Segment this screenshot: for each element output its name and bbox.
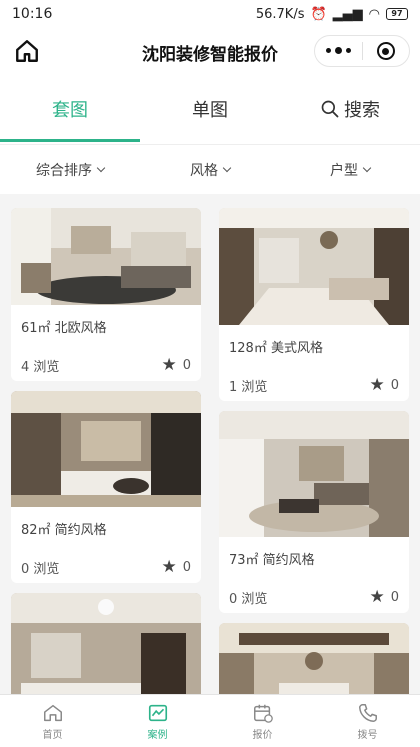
more-dot-icon <box>334 47 342 54</box>
view-count: 0 浏览 <box>229 591 268 607</box>
case-title: 82㎡ 简约风格 <box>21 523 107 538</box>
case-title: 73㎡ 简约风格 <box>229 553 315 568</box>
filter-sort[interactable]: 综合排序 <box>0 145 140 194</box>
tab-label: 搜索 <box>344 100 380 121</box>
case-card[interactable] <box>219 623 409 694</box>
alarm-icon: ⏰ <box>310 6 327 22</box>
case-photo <box>219 411 409 537</box>
tab-search[interactable]: 搜索 <box>280 74 420 144</box>
case-photo <box>219 623 409 694</box>
home-icon <box>43 704 62 721</box>
calendar-icon <box>253 704 273 723</box>
tab-single[interactable]: 单图 <box>140 74 280 144</box>
signal-icon: ▂▄▆ <box>332 6 363 22</box>
filter-style[interactable]: 风格 <box>140 145 280 194</box>
tab-label: 单图 <box>192 100 228 121</box>
nav-cases[interactable]: 案例 <box>105 695 210 747</box>
view-count: 4 浏览 <box>21 359 60 375</box>
tab-bar: 套图 单图 搜索 <box>0 74 420 144</box>
like-button[interactable]: ★ 0 <box>369 375 399 395</box>
status-bar: 10:16 56.7K/s ⏰ ▂▄▆ ◠ 97 <box>0 0 420 28</box>
tab-sets[interactable]: 套图 <box>0 74 140 144</box>
bottom-nav: 首页 案例 报价 拨号 <box>0 694 420 747</box>
battery-icon: 97 <box>386 8 408 20</box>
case-card[interactable]: 61㎡ 北欧风格 4 浏览 ★ 0 <box>11 208 201 381</box>
case-column-left: 61㎡ 北欧风格 4 浏览 ★ 0 82㎡ 简约风格 0 浏览 ★ 0 <box>11 208 201 694</box>
star-icon: ★ <box>161 355 177 375</box>
like-button[interactable]: ★ 0 <box>161 355 191 375</box>
filter-label: 户型 <box>330 162 358 179</box>
status-time: 10:16 <box>12 6 53 22</box>
nav-label: 报价 <box>252 729 273 741</box>
network-speed: 56.7K/s <box>255 6 305 22</box>
case-title: 128㎡ 美式风格 <box>229 341 323 356</box>
search-icon <box>321 100 339 118</box>
nav-quote[interactable]: 报价 <box>210 695 315 747</box>
case-meta: 0 浏览 ★ 0 <box>219 573 409 613</box>
like-button[interactable]: ★ 0 <box>161 557 191 577</box>
like-count: 0 <box>182 357 191 373</box>
nav-call[interactable]: 拨号 <box>315 695 420 747</box>
title-bar: 沈阳装修智能报价 <box>0 28 420 74</box>
like-count: 0 <box>182 559 191 575</box>
case-photo <box>11 593 201 694</box>
close-button[interactable] <box>362 42 409 60</box>
case-title: 61㎡ 北欧风格 <box>21 321 107 336</box>
like-count: 0 <box>390 589 399 605</box>
case-column-right: 128㎡ 美式风格 1 浏览 ★ 0 73㎡ 简约风格 0 浏览 ★ 0 <box>219 208 409 694</box>
close-target-icon <box>376 42 395 60</box>
nav-home[interactable]: 首页 <box>0 695 105 747</box>
nav-label: 案例 <box>147 729 168 741</box>
chevron-down-icon <box>96 163 106 173</box>
chevron-down-icon <box>222 163 232 173</box>
case-meta: 1 浏览 ★ 0 <box>219 361 409 401</box>
case-card[interactable] <box>11 593 201 694</box>
case-meta: 0 浏览 ★ 0 <box>11 543 201 583</box>
nav-label: 首页 <box>42 729 63 741</box>
case-card[interactable]: 128㎡ 美式风格 1 浏览 ★ 0 <box>219 208 409 401</box>
filter-label: 风格 <box>190 162 218 179</box>
view-count: 0 浏览 <box>21 561 60 577</box>
star-icon: ★ <box>161 557 177 577</box>
more-button[interactable] <box>315 47 362 54</box>
more-dot-icon <box>325 48 331 53</box>
mini-program-capsule <box>314 35 410 67</box>
status-indicators: 56.7K/s ⏰ ▂▄▆ ◠ 97 <box>256 7 408 22</box>
tab-label: 套图 <box>52 100 88 121</box>
star-icon: ★ <box>369 587 385 607</box>
star-icon: ★ <box>369 375 385 395</box>
wifi-icon: ◠ <box>368 6 380 22</box>
case-photo <box>11 391 201 507</box>
case-card[interactable]: 73㎡ 简约风格 0 浏览 ★ 0 <box>219 411 409 613</box>
case-grid: 61㎡ 北欧风格 4 浏览 ★ 0 82㎡ 简约风格 0 浏览 ★ 0 128㎡… <box>0 194 420 694</box>
phone-icon <box>358 703 377 722</box>
chevron-down-icon <box>362 163 372 173</box>
case-photo <box>219 208 409 325</box>
more-dot-icon <box>345 48 351 53</box>
filter-layout[interactable]: 户型 <box>280 145 420 194</box>
like-button[interactable]: ★ 0 <box>369 587 399 607</box>
case-card[interactable]: 82㎡ 简约风格 0 浏览 ★ 0 <box>11 391 201 583</box>
like-count: 0 <box>390 377 399 393</box>
filter-bar: 综合排序 风格 户型 <box>0 144 420 194</box>
view-count: 1 浏览 <box>229 379 268 395</box>
nav-label: 拨号 <box>357 729 378 741</box>
case-icon <box>148 704 167 721</box>
case-meta: 4 浏览 ★ 0 <box>11 341 201 381</box>
filter-label: 综合排序 <box>36 162 92 179</box>
case-photo <box>11 208 201 305</box>
